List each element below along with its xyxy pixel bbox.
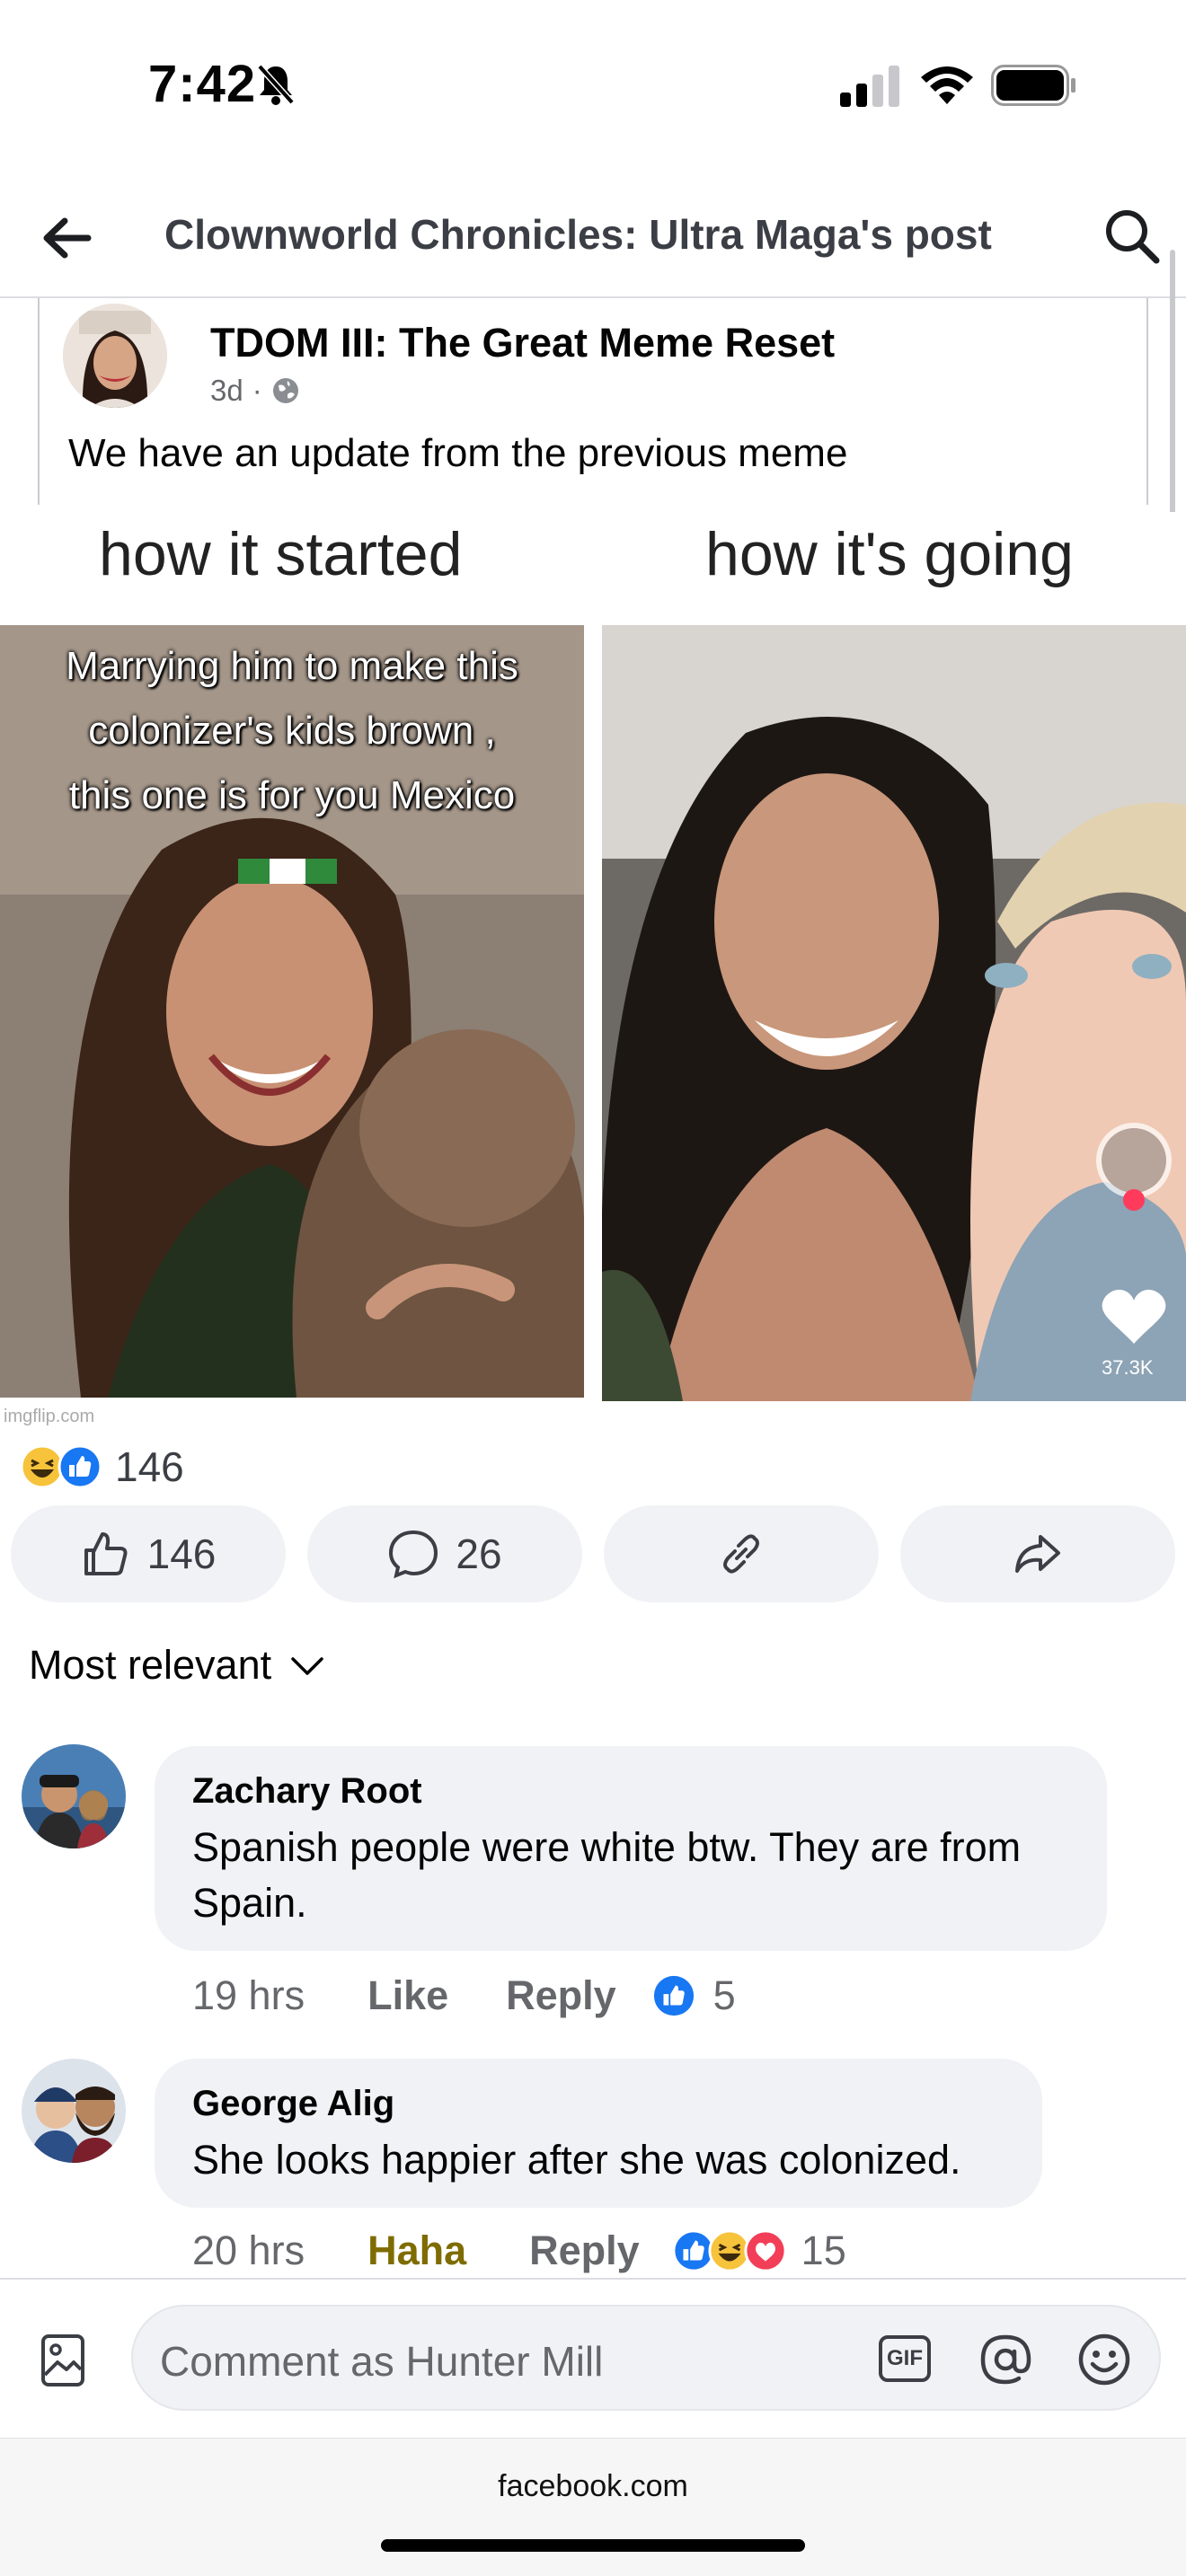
signal-bars-icon <box>840 66 899 107</box>
comment-avatar[interactable] <box>22 1744 126 1848</box>
home-indicator[interactable] <box>381 2539 805 2552</box>
comment-avatar[interactable] <box>22 2059 126 2163</box>
like-count: 146 <box>146 1531 217 1577</box>
comment-input-placeholder: Comment as Hunter Mill <box>160 2338 604 2385</box>
sort-label: Most relevant <box>29 1642 272 1688</box>
thumbs-up-icon <box>84 1532 128 1575</box>
battery-icon <box>991 65 1075 106</box>
like-icon <box>58 1444 102 1489</box>
bell-muted-icon <box>257 64 295 105</box>
browser-bottom-bar: facebook.com <box>0 2438 1186 2576</box>
right-caption: how it's going <box>705 520 1074 588</box>
share-icon <box>1015 1535 1060 1573</box>
share-button[interactable] <box>900 1505 1175 1602</box>
comment-time[interactable]: 20 hrs <box>192 2228 305 2274</box>
wifi-icon <box>921 66 973 104</box>
comment-reaction-count[interactable]: 15 <box>801 2228 846 2274</box>
author-avatar[interactable] <box>63 304 167 408</box>
mention-icon[interactable] <box>978 2332 1033 2387</box>
overlay-like-count: 37.3K <box>1102 1356 1154 1379</box>
emoji-icon[interactable] <box>1076 2332 1132 2387</box>
back-arrow-icon[interactable] <box>36 207 99 269</box>
comment-button[interactable]: 26 <box>307 1505 582 1602</box>
comment-like-button[interactable]: Like <box>367 1972 448 2019</box>
comment-author[interactable]: Zachary Root <box>192 1771 422 1812</box>
comment-text: She looks happier after she was colonize… <box>192 2137 961 2183</box>
photo-icon[interactable] <box>36 2332 92 2387</box>
comment-bubble[interactable]: Zachary Root Spanish people were white b… <box>155 1746 1107 1951</box>
comment-time[interactable]: 19 hrs <box>192 1972 305 2019</box>
globe-icon <box>272 378 298 403</box>
gif-button[interactable]: GIF <box>879 2335 931 2382</box>
post-age[interactable]: 3d <box>210 374 243 408</box>
copy-link-button[interactable] <box>604 1505 879 1602</box>
overlay-line: Marrying him to make this <box>66 644 518 688</box>
action-bar: 146 26 <box>11 1505 1175 1602</box>
comment-bubble[interactable]: George Alig She looks happier after she … <box>155 2059 1042 2208</box>
comment-input[interactable]: Comment as Hunter Mill GIF <box>131 2305 1161 2411</box>
comment-composer-bar: Comment as Hunter Mill GIF <box>0 2278 1186 2438</box>
watermark: imgflip.com <box>4 1407 95 1426</box>
meta-separator: · <box>252 374 262 407</box>
link-icon <box>723 1534 759 1574</box>
comment-meta: 20 hrs Haha Reply 15 <box>192 2228 846 2274</box>
status-bar: 7:42 <box>0 0 1186 171</box>
like-icon <box>653 1975 694 2016</box>
chevron-down-icon <box>291 1657 323 1675</box>
love-icon <box>744 2229 787 2272</box>
shared-post-card: TDOM III: The Great Meme Reset 3d · We h… <box>38 298 1148 505</box>
search-icon[interactable] <box>1101 205 1164 268</box>
overlay-line: this one is for you Mexico <box>68 773 516 817</box>
status-time: 7:42 <box>148 55 257 113</box>
like-button[interactable]: 146 <box>11 1505 286 1602</box>
url-label[interactable]: facebook.com <box>0 2469 1186 2504</box>
comment-like-button[interactable]: Haha <box>367 2228 466 2274</box>
overlay-line: colonizer's kids brown , <box>88 709 496 753</box>
comment-reaction-count[interactable]: 5 <box>713 1972 736 2019</box>
comment-reply-button[interactable]: Reply <box>506 1972 616 2019</box>
reaction-summary[interactable]: 146 <box>20 1437 184 1496</box>
reaction-count: 146 <box>115 1443 184 1490</box>
comment-meta: 19 hrs Like Reply 5 <box>192 1972 736 2019</box>
post-header: Clownworld Chronicles: Ultra Maga's post <box>0 171 1186 298</box>
left-caption: how it started <box>99 520 463 588</box>
comment-text: Spanish people were white btw. They are … <box>192 1824 1022 1926</box>
meme-image[interactable]: how it started how it's going Marrying h… <box>0 512 1186 1428</box>
comment-count: 26 <box>456 1531 502 1577</box>
post-meta: 3d · <box>210 374 300 408</box>
overlay-text: Marrying him to make this colonizer's ki… <box>0 634 584 828</box>
comment-icon <box>389 1530 438 1579</box>
gif-label: GIF <box>887 2346 923 2370</box>
right-photo <box>602 625 1186 1401</box>
page-title: Clownworld Chronicles: Ultra Maga's post <box>164 211 992 258</box>
comment-reply-button[interactable]: Reply <box>529 2228 640 2274</box>
comment-author[interactable]: George Alig <box>192 2084 394 2124</box>
comment-sort-dropdown[interactable]: Most relevant <box>29 1642 325 1689</box>
post-text: We have an update from the previous meme <box>68 431 848 475</box>
author-name[interactable]: TDOM III: The Great Meme Reset <box>210 320 835 366</box>
